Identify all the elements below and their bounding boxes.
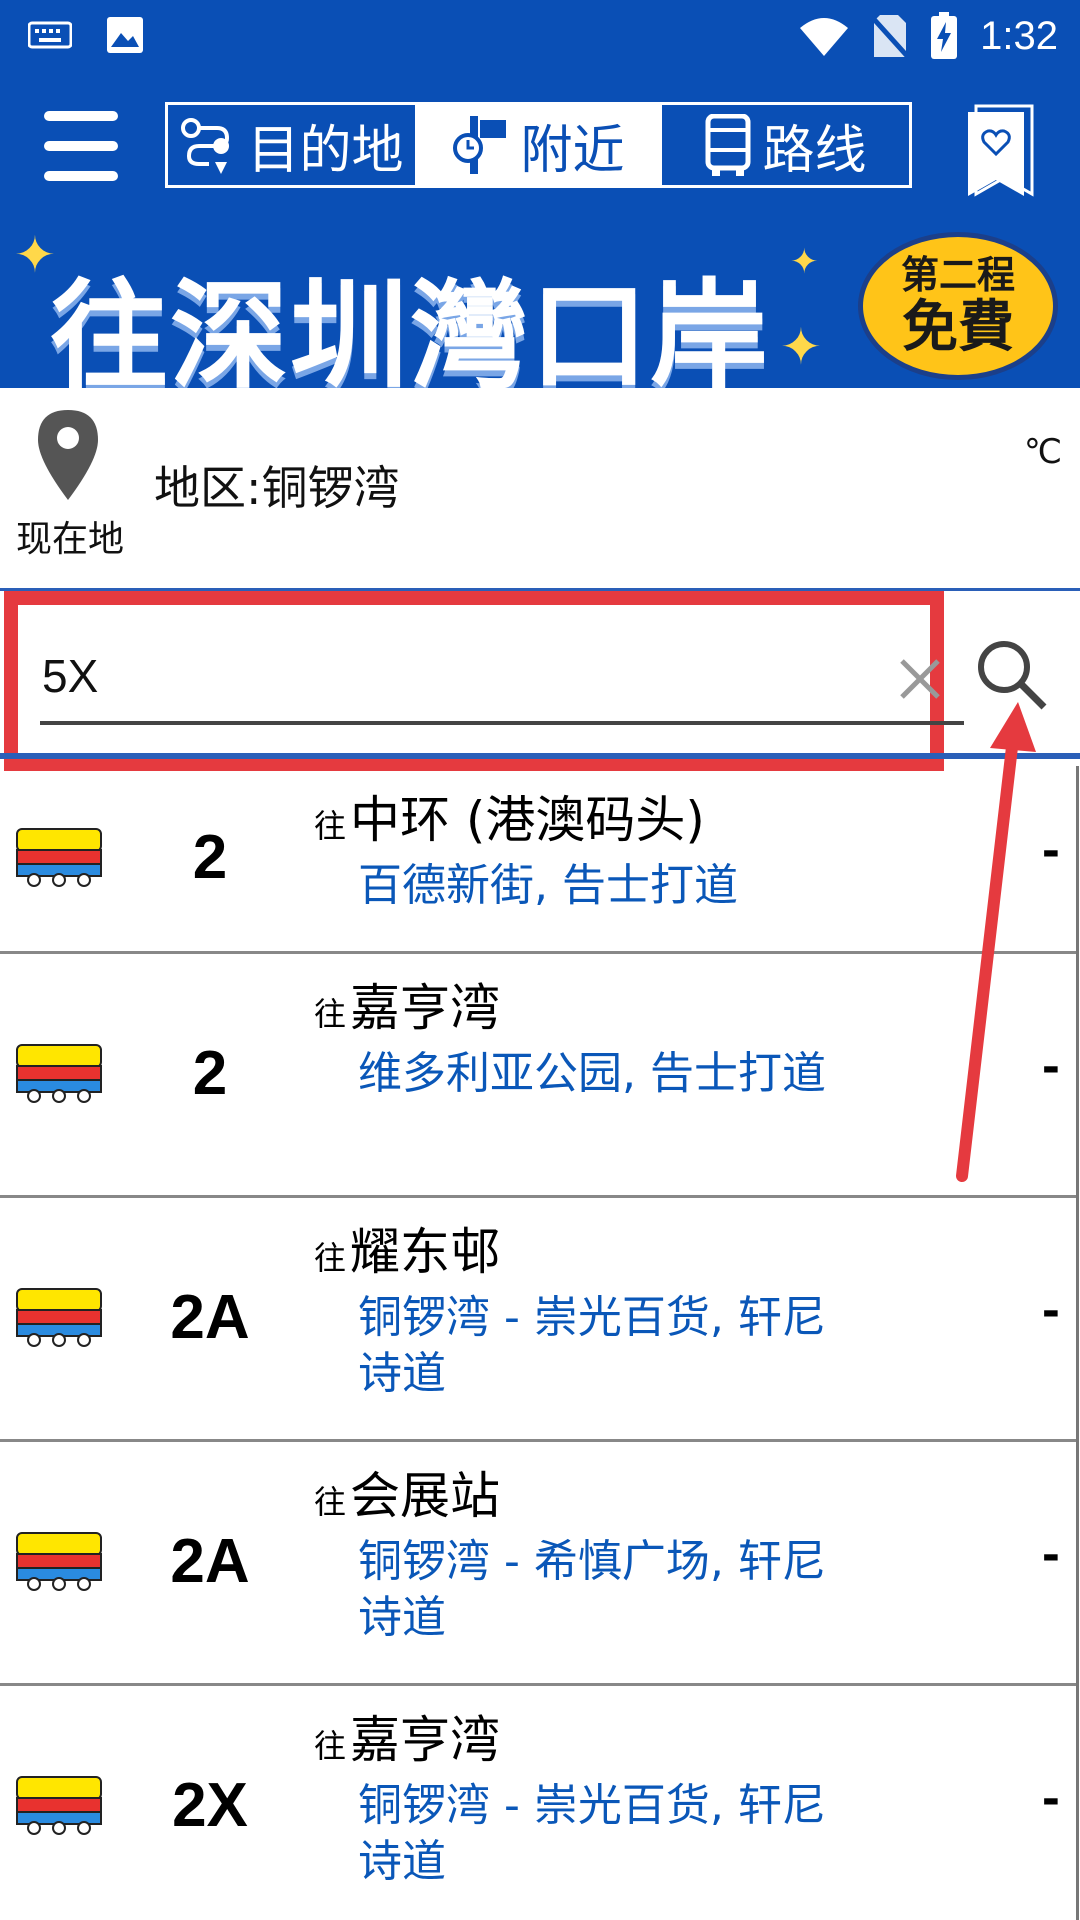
to-label: 往 [314,1483,347,1521]
destination-name: 嘉亨湾 [350,979,501,1037]
current-location-label: 现在地 [16,519,125,560]
route-row[interactable]: 2A 往会展站 铜锣湾 - 希慎广场, 轩尼诗道 - [0,1442,1076,1686]
search-underline [40,721,964,725]
badge-line2: 免費 [902,295,1014,360]
route-eta: - [1041,1774,1060,1825]
tab-nearby[interactable]: 附近 [415,105,662,185]
route-stop: 铜锣湾 - 崇光百货, 轩尼诗道 [358,1780,826,1887]
district-label: 地区:铜锣湾 [154,461,400,515]
bookmark-heart-icon [968,104,1034,197]
location-pin-icon [38,410,98,500]
route-number: 2 [192,823,228,892]
route-eta: - [1041,1530,1060,1581]
route-destination: 往中环 (港澳码头) [314,780,705,852]
route-stop: 维多利亚公园, 告士打道 [358,1048,826,1099]
bus-icon [16,1044,102,1103]
badge-line1: 第二程 [900,253,1015,297]
route-stop: 铜锣湾 - 希慎广场, 轩尼诗道 [358,1536,826,1643]
current-location-button[interactable] [36,408,100,506]
to-label: 往 [314,995,347,1033]
banner-badge: 第二程 免費 [858,232,1058,380]
search-divider [0,753,1080,759]
route-number: 2A [170,1527,250,1596]
route-destination: 往会展站 [314,1456,500,1528]
clear-icon[interactable] [898,657,942,701]
route-row[interactable]: 2A 往耀东邨 铜锣湾 - 崇光百货, 轩尼诗道 - [0,1198,1076,1442]
nearby-icon [453,116,507,174]
no-sim-icon [872,15,909,59]
to-label: 往 [314,1727,347,1765]
status-bar: 1:32 [0,0,1080,72]
search-input[interactable] [40,645,924,707]
image-icon [107,17,143,53]
route-row[interactable]: 2 往中环 (港澳码头) 百德新街, 告士打道 - [0,766,1076,954]
tab-route[interactable]: 路线 [662,105,909,185]
location-section: 现在地 地区:铜锣湾 ℃ [0,388,1080,588]
destination-name: 会展站 [350,1467,501,1525]
promo-banner[interactable]: ✦ ✦ ✦ 往深圳灣口岸 第二程 免費 [0,222,1080,388]
to-label: 往 [314,807,347,845]
temperature-unit: ℃ [1023,432,1062,472]
tab-bar: 目的地 附近 路线 [165,102,912,188]
route-destination: 往嘉亨湾 [314,1700,500,1772]
route-destination: 往耀东邨 [314,1212,500,1284]
hamburger-menu-icon[interactable] [40,105,122,189]
wifi-icon [800,18,849,56]
route-number: 2X [172,1771,248,1840]
tab-destination[interactable]: 目的地 [168,105,415,185]
search-highlight-box [4,591,964,771]
app-bar: 目的地 附近 路线 [0,72,1080,222]
status-time: 1:32 [980,14,1058,58]
route-eta: - [1041,1042,1060,1093]
route-list: 2 往中环 (港澳码头) 百德新街, 告士打道 - 2 往嘉亨湾 维多利亚公园,… [0,766,1079,1920]
keyboard-icon [28,21,72,49]
destination-name: 耀东邨 [350,1223,501,1281]
route-number: 2 [192,1039,228,1108]
bus-icon [16,828,102,887]
route-number: 2A [170,1283,250,1352]
bus-icon [16,1776,102,1835]
route-row[interactable]: 2X 往嘉亨湾 铜锣湾 - 崇光百货, 轩尼诗道 - [0,1686,1076,1920]
sparkle-icon: ✦ [790,242,819,282]
sparkle-icon: ✦ [780,318,822,376]
destination-name: 嘉亨湾 [350,1711,501,1769]
bus-icon [16,1532,102,1591]
favorites-button[interactable] [962,102,1038,198]
banner-headline: 往深圳灣口岸 [50,267,771,388]
route-destination: 往嘉亨湾 [314,968,500,1040]
tab-nearby-label: 附近 [520,120,625,181]
route-eta: - [1041,826,1060,877]
tab-route-label: 路线 [762,120,867,181]
destination-icon [181,118,230,174]
route-row[interactable]: 2 往嘉亨湾 维多利亚公园, 告士打道 - [0,954,1076,1198]
bus-icon [16,1288,102,1347]
search-row [0,588,1080,771]
to-label: 往 [314,1239,347,1277]
route-eta: - [1041,1286,1060,1337]
tab-destination-label: 目的地 [247,120,404,181]
destination-name: 中环 (港澳码头) [350,791,705,849]
route-stop: 铜锣湾 - 崇光百货, 轩尼诗道 [358,1292,826,1399]
route-stop: 百德新街, 告士打道 [358,860,738,911]
search-icon[interactable] [974,637,1050,713]
battery-charging-icon [931,12,958,59]
bus-route-icon [705,114,751,176]
